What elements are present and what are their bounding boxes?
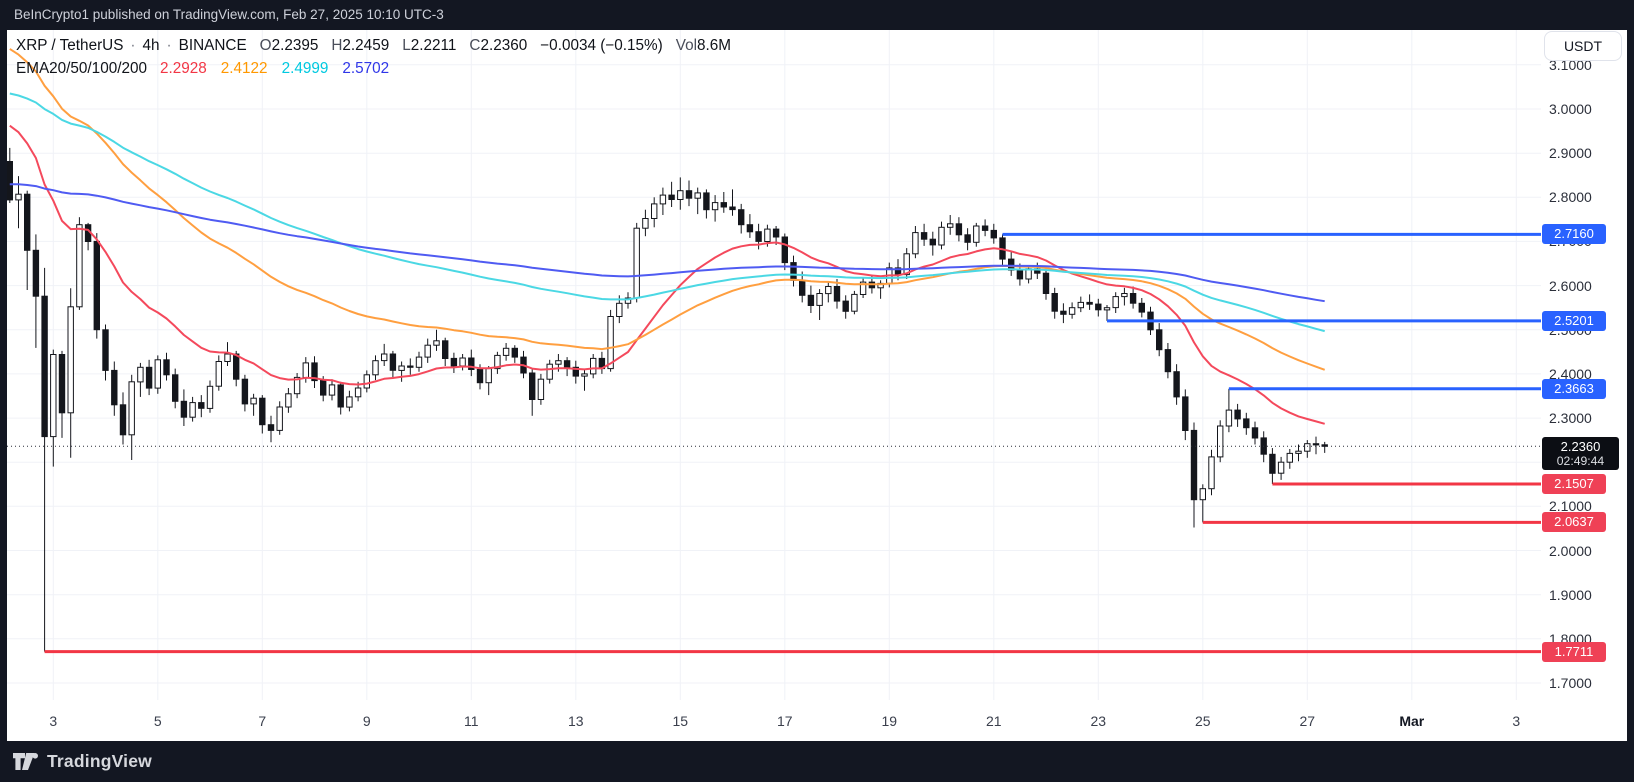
time-axis-label: 17 [777, 713, 793, 729]
price-level-badge: 2.0637 [1542, 512, 1606, 532]
price-axis-label: 2.8000 [1549, 188, 1592, 206]
change-value: −0.0034 (−0.15%) [540, 37, 662, 55]
time-axis[interactable]: 3 5 7 9 11 13 15 17 19 21 23 25 27 Mar 3 [0, 705, 1541, 741]
price-axis-label: 3.0000 [1549, 100, 1592, 118]
ema-value-200: 2.5702 [342, 60, 389, 78]
tradingview-brand-text[interactable]: TradingView [47, 751, 152, 772]
ema-label[interactable]: EMA [16, 60, 49, 78]
time-axis-label: 3 [1512, 713, 1520, 729]
tradingview-published-chart: BeInCrypto1 published on TradingView.com… [0, 0, 1634, 782]
ema-value-100: 2.4999 [282, 60, 329, 78]
ohlc-close: C2.2360 [469, 37, 527, 55]
price-axis-label: 2.0000 [1549, 542, 1592, 560]
price-axis-label: 2.6000 [1549, 277, 1592, 295]
chart-legend: XRP / TetherUS · 4h · BINANCE O2.2395 H2… [16, 35, 731, 80]
price-level-badge: 2.7160 [1542, 224, 1606, 244]
price-axis-label: 2.3000 [1549, 409, 1592, 427]
time-axis-label: 23 [1091, 713, 1107, 729]
price-level-badge: 2.3663 [1542, 379, 1606, 399]
legend-separator: · [123, 37, 142, 55]
time-axis-label: 5 [154, 713, 162, 729]
time-axis-label: Mar [1399, 713, 1424, 729]
time-axis-label: 3 [49, 713, 57, 729]
ohlc-open: O2.2395 [260, 37, 319, 55]
price-axis-label: 1.9000 [1549, 586, 1592, 604]
ema-value-20: 2.2928 [160, 60, 207, 78]
price-level-badge: 2.1507 [1542, 474, 1606, 494]
currency-toggle-button[interactable]: USDT [1544, 31, 1622, 61]
volume-group: Vol8.6M [676, 37, 731, 55]
price-axis-label: 2.9000 [1549, 144, 1592, 162]
legend-separator: · [160, 37, 179, 55]
symbol-title[interactable]: XRP / TetherUS [16, 37, 123, 55]
time-axis-label: 13 [568, 713, 584, 729]
time-axis-label: 15 [673, 713, 689, 729]
symbol-row: XRP / TetherUS · 4h · BINANCE O2.2395 H2… [16, 35, 731, 57]
ohlc-low: L2.2211 [402, 37, 456, 55]
time-axis-label: 7 [258, 713, 266, 729]
time-axis-label: 9 [363, 713, 371, 729]
price-level-badge: 2.5201 [1542, 311, 1606, 331]
price-level-badge: 1.7711 [1542, 642, 1606, 662]
exchange-label[interactable]: BINANCE [179, 37, 247, 55]
frame-right-border [1627, 30, 1634, 741]
frame-left-border [0, 30, 7, 741]
ema-value-50: 2.4122 [221, 60, 268, 78]
time-axis-label: 11 [464, 713, 479, 729]
price-axis-label: 1.7000 [1549, 674, 1592, 692]
time-axis-label: 21 [986, 713, 1002, 729]
volume-label: Vol [676, 37, 697, 54]
volume-value: 8.6M [697, 37, 731, 54]
tradingview-logo-icon[interactable] [12, 752, 39, 771]
ohlc-high: H2.2459 [331, 37, 389, 55]
time-axis-label: 27 [1300, 713, 1316, 729]
candle-countdown: 02:49:44 [1542, 454, 1619, 469]
ema-params: 20/50/100/200 [49, 60, 147, 78]
time-axis-label: 19 [882, 713, 898, 729]
candlestick-chart-canvas[interactable] [0, 0, 1634, 782]
footer-bar: TradingView [0, 741, 1634, 782]
current-price-badge: 2.236002:49:44 [1542, 437, 1619, 470]
price-axis[interactable]: 3.10003.00002.90002.80002.70002.60002.50… [1541, 30, 1627, 741]
interval-label[interactable]: 4h [143, 37, 160, 55]
time-axis-label: 25 [1195, 713, 1211, 729]
ema-indicator-row: EMA 20/50/100/200 2.2928 2.4122 2.4999 2… [16, 58, 731, 80]
